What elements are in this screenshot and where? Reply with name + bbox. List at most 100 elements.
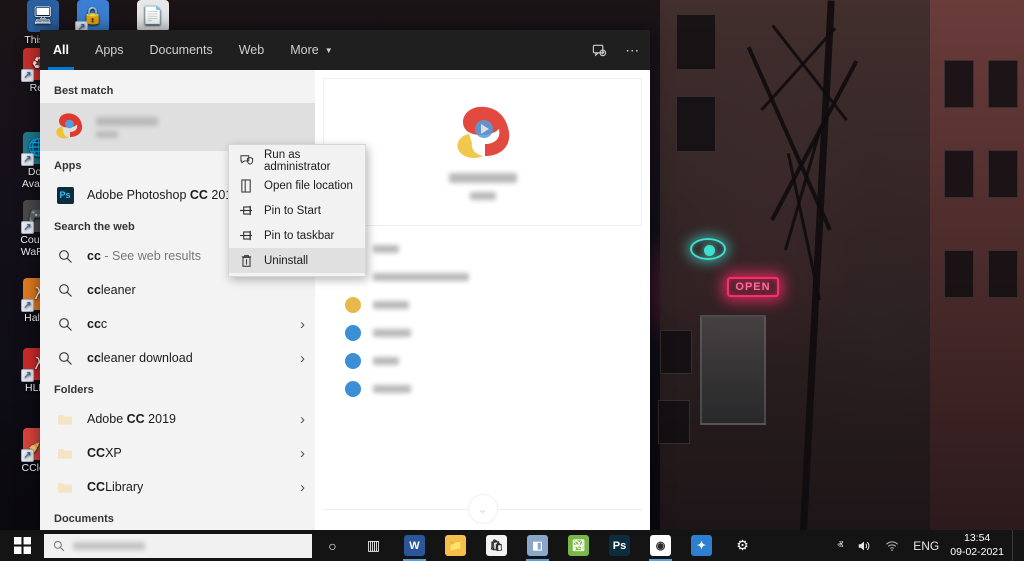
ctx-pin-to-start[interactable]: Pin to Start xyxy=(229,198,365,223)
preview-app-type: App xyxy=(469,192,496,200)
search-icon xyxy=(54,347,76,369)
preview-action-registry[interactable]: Registry xyxy=(345,320,636,346)
search-tabs: All Apps Documents Web More ▼ xyxy=(40,30,346,70)
folder-icon xyxy=(54,442,76,464)
label-match: CC xyxy=(87,480,106,494)
taskbar-file-explorer-icon-glyph: 📁 xyxy=(445,535,466,556)
chevron-right-icon[interactable]: › xyxy=(294,479,305,496)
preview-action-registry-icon xyxy=(345,325,361,341)
taskbar-cortana-icon[interactable]: ○ xyxy=(312,530,353,561)
result-web-ccleaner[interactable]: ccleaner xyxy=(40,273,315,307)
taskbar-settings-icon[interactable]: ⚙ xyxy=(722,530,763,561)
search-results-column[interactable]: Best matchCCleanerAppAppsPsAdobe Photosh… xyxy=(40,70,315,530)
preview-action-cleaner-icon xyxy=(345,297,361,313)
ctx-item-label: Uninstall xyxy=(264,254,309,267)
taskbar-photos-icon-glyph: 🏞 xyxy=(568,535,589,556)
taskbar-app-buttons: ○ ▥ W 📁 🛍 ◧ 🏞 Ps ◉ ✦ ⚙ xyxy=(312,530,763,561)
ccleaner-logo-icon xyxy=(456,106,509,159)
preview-action-tools-icon xyxy=(345,353,361,369)
section-best-match-header: Best match xyxy=(54,85,114,97)
show-desktop-button[interactable] xyxy=(1012,530,1018,561)
taskbar-task-view-icon-glyph: ▥ xyxy=(366,537,381,553)
folder-icon xyxy=(54,408,76,430)
taskbar-task-view-icon[interactable]: ▥ xyxy=(353,530,394,561)
folder-open-icon xyxy=(238,178,255,193)
search-icon xyxy=(54,313,76,335)
chevron-right-icon[interactable]: › xyxy=(294,316,305,333)
preview-action-options[interactable]: Options xyxy=(345,376,636,402)
taskbar-onenote-icon[interactable]: ◧ xyxy=(517,530,558,561)
ctx-pin-to-taskbar[interactable]: Pin to taskbar xyxy=(229,223,365,248)
expand-chevron-down-icon[interactable]: ⌄ xyxy=(467,494,498,524)
tab-apps[interactable]: Apps xyxy=(82,30,137,70)
label-tail: XP xyxy=(105,446,122,460)
taskbar-search-box[interactable] xyxy=(44,533,312,558)
label-tail: c xyxy=(100,317,108,331)
taskbar-file-explorer-icon[interactable]: 📁 xyxy=(435,530,476,561)
tab-label: Web xyxy=(238,43,265,57)
chevron-right-icon[interactable]: › xyxy=(294,350,305,367)
label-match: cc xyxy=(87,249,101,263)
shortcut-arrow-icon: ↗ xyxy=(21,369,34,382)
preview-action-run-as-administrator[interactable]: Run as administrator xyxy=(345,264,636,290)
pin-icon xyxy=(238,229,255,242)
tray-chevron-glyph: ⱏ xyxy=(837,538,844,552)
ctx-item-label: Pin to Start xyxy=(264,204,321,217)
preview-app-card: CCleaner App xyxy=(323,78,642,226)
result-folder-ccxp[interactable]: CCXP › xyxy=(40,436,315,470)
preview-action-options-label: Options xyxy=(373,385,411,393)
tray-volume-icon[interactable] xyxy=(850,530,878,561)
taskbar-photoshop-icon[interactable]: Ps xyxy=(599,530,640,561)
feedback-icon[interactable] xyxy=(582,30,616,70)
preview-action-list[interactable]: Open Run as administrator Cleaner Registry T… xyxy=(323,226,642,402)
tray-language-indicator[interactable]: ENG xyxy=(906,530,946,561)
result-label: CCXP xyxy=(87,446,294,460)
preview-action-registry-label: Registry xyxy=(373,329,411,337)
tab-label: Apps xyxy=(94,43,124,57)
best-match-text: CCleaner App xyxy=(96,116,158,138)
taskbar-word-icon[interactable]: W xyxy=(394,530,435,561)
tab-web[interactable]: Web xyxy=(226,30,277,70)
tray-network-icon[interactable] xyxy=(878,530,906,561)
section-folders-header: Folders xyxy=(54,384,94,396)
wallpaper-window xyxy=(988,250,1018,298)
ctx-uninstall[interactable]: Uninstall xyxy=(229,248,365,273)
more-options-icon[interactable]: ⋯ xyxy=(616,30,650,70)
shortcut-arrow-icon: ↗ xyxy=(21,69,34,82)
result-web-ccc[interactable]: ccc › xyxy=(40,307,315,341)
taskbar-microsoft-store-icon[interactable]: 🛍 xyxy=(476,530,517,561)
preview-action-tools[interactable]: Tools xyxy=(345,348,636,374)
ctx-run-as-administrator[interactable]: Run as administrator xyxy=(229,148,365,173)
preview-action-cleaner[interactable]: Cleaner xyxy=(345,292,636,318)
tab-all[interactable]: All xyxy=(40,30,82,70)
taskbar-chrome-icon[interactable]: ◉ xyxy=(640,530,681,561)
app-context-menu[interactable]: Run as administrator Open file location Pi… xyxy=(228,144,366,277)
search-panel-tabbar: All Apps Documents Web More ▼ ⋯ xyxy=(40,30,650,70)
chevron-right-icon[interactable]: › xyxy=(294,411,305,428)
nordvpn-icon: 🔒 ↗ xyxy=(75,0,109,34)
tab-more[interactable]: More ▼ xyxy=(277,30,345,70)
label-match: cc xyxy=(87,317,101,331)
tab-documents[interactable]: Documents xyxy=(136,30,225,70)
preview-action-tools-label: Tools xyxy=(373,357,399,365)
clock-date: 09-02-2021 xyxy=(950,545,1004,558)
taskbar-clock[interactable]: 13:54 09-02-2021 xyxy=(946,532,1012,558)
neon-eye-sign xyxy=(690,238,726,260)
taskbar-app-icon[interactable]: ✦ xyxy=(681,530,722,561)
preview-action-options-icon xyxy=(345,381,361,397)
start-button[interactable] xyxy=(0,530,44,561)
tray-chevron-up-icon[interactable]: ⱏ xyxy=(830,530,850,561)
taskbar-chrome-icon-glyph: ◉ xyxy=(650,535,671,556)
ctx-open-file-location[interactable]: Open file location xyxy=(229,173,365,198)
taskbar: ○ ▥ W 📁 🛍 ◧ 🏞 Ps ◉ ✦ ⚙ ⱏ ENG 13:54 09-02-2021 xyxy=(0,530,1024,561)
result-label: CCLibrary xyxy=(87,480,294,494)
taskbar-photos-icon[interactable]: 🏞 xyxy=(558,530,599,561)
wallpaper-window xyxy=(676,96,716,152)
preview-action-open[interactable]: Open xyxy=(345,236,636,262)
result-web-ccleaner-download[interactable]: ccleaner download › xyxy=(40,341,315,375)
result-folder-cclibrary[interactable]: CCLibrary › xyxy=(40,470,315,504)
ccleaner-icon xyxy=(54,112,84,142)
result-folder-adobe-cc-2019[interactable]: Adobe CC 2019 › xyxy=(40,402,315,436)
taskbar-cortana-icon-glyph: ○ xyxy=(328,537,337,554)
chevron-right-icon[interactable]: › xyxy=(294,445,305,462)
